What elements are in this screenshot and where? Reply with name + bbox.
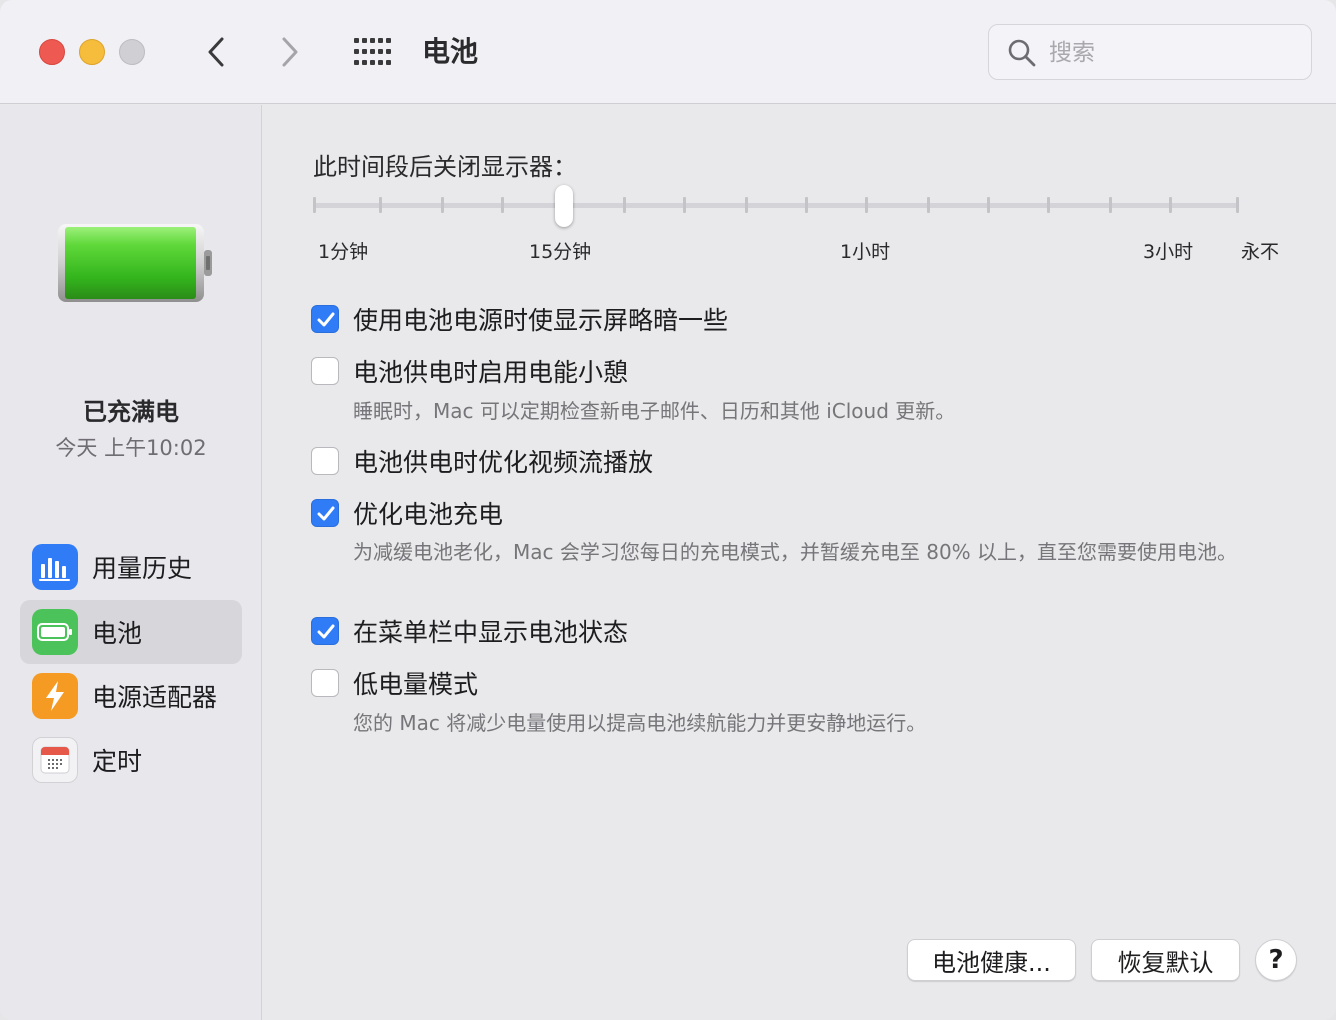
search-field[interactable] [988,24,1312,80]
battery-full-icon [58,224,212,302]
checkbox[interactable] [311,499,339,527]
slider-tick [501,197,504,213]
checkbox[interactable] [311,617,339,645]
slider-tick [987,197,990,213]
slider-label-3hours: 3小时 [1143,241,1194,263]
main-panel: 此时间段后关闭显示器： 1分钟 15分钟 1小时 3小时 永不 使用电池电源时使… [263,105,1336,1020]
search-input[interactable] [1049,35,1289,71]
sidebar-item-label: 定时 [92,747,143,776]
slider-tick [805,197,808,213]
option-label: 电池供电时优化视频流播放 [353,448,654,477]
slider-tick [441,197,444,213]
checkbox[interactable] [311,357,339,385]
sidebar-item-label: 用量历史 [92,554,193,583]
battery-health-button[interactable]: 电池健康... [907,939,1076,981]
display-sleep-slider-thumb[interactable] [555,185,573,227]
sidebar-item-label: 电池 [92,619,143,648]
slider-tick [1047,197,1050,213]
slider-label-never: 永不 [1241,241,1280,263]
sidebar: 已充满电 今天 上午10:02 用量历史 电池 电源适配器 定时 [0,105,262,1020]
option-label: 优化电池充电 [353,500,504,529]
option-label: 在菜单栏中显示电池状态 [353,618,629,647]
option-description: 您的 Mac 将减少电量使用以提高电池续航能力并更安静地运行。 [353,711,927,735]
slider-label-1min: 1分钟 [318,241,369,263]
sidebar-item-usage-history[interactable]: 用量历史 [20,535,242,599]
battery-icon [32,609,78,655]
slider-tick [1169,197,1172,213]
sidebar-item-power-adapter[interactable]: 电源适配器 [20,664,242,728]
charge-timestamp: 今天 上午10:02 [55,436,207,460]
option-description: 睡眠时，Mac 可以定期检查新电子邮件、日历和其他 iCloud 更新。 [353,399,956,423]
slider-tick [623,197,626,213]
checkbox[interactable] [311,447,339,475]
show-all-button[interactable] [350,34,394,70]
slider-tick [1236,197,1239,213]
back-button[interactable] [196,30,236,74]
bar-chart-icon [32,544,78,590]
display-sleep-title: 此时间段后关闭显示器： [313,153,577,181]
window-title: 电池 [422,35,479,68]
slider-tick [1109,197,1112,213]
search-icon [1008,39,1036,67]
grid-icon [354,38,391,65]
sidebar-item-schedule[interactable]: 定时 [20,728,242,792]
slider-tick [313,197,316,213]
option-description: 为减缓电池老化，Mac 会学习您每日的充电模式，并暂缓充电至 80% 以上，直至… [353,540,1238,564]
restore-defaults-button[interactable]: 恢复默认 [1091,939,1240,981]
slider-label-15min: 15分钟 [529,241,592,263]
option-label: 电池供电时启用电能小憩 [353,358,629,387]
charge-status: 已充满电 [83,398,179,426]
sidebar-item-battery[interactable]: 电池 [20,600,242,664]
system-preferences-window: 电池 已充满电 今天 上午10:02 [0,0,1336,1020]
slider-tick [927,197,930,213]
sidebar-item-label: 电源适配器 [92,683,218,712]
slider-label-1hour: 1小时 [840,241,891,263]
bolt-icon [32,673,78,719]
zoom-window-button[interactable] [119,39,145,65]
display-sleep-slider-track[interactable] [313,203,1239,208]
minimize-window-button[interactable] [79,39,105,65]
checkbox[interactable] [311,669,339,697]
slider-tick [379,197,382,213]
help-button[interactable]: ? [1255,939,1297,981]
close-window-button[interactable] [39,39,65,65]
title-bar: 电池 [0,0,1336,104]
option-label: 低电量模式 [353,670,479,699]
chevron-right-icon [282,37,298,67]
checkbox[interactable] [311,305,339,333]
calendar-icon [32,737,78,783]
chevron-left-icon [208,37,224,67]
option-label: 使用电池电源时使显示屏略暗一些 [353,306,729,335]
slider-tick [865,197,868,213]
slider-tick [745,197,748,213]
slider-tick [683,197,686,213]
forward-button[interactable] [270,30,310,74]
